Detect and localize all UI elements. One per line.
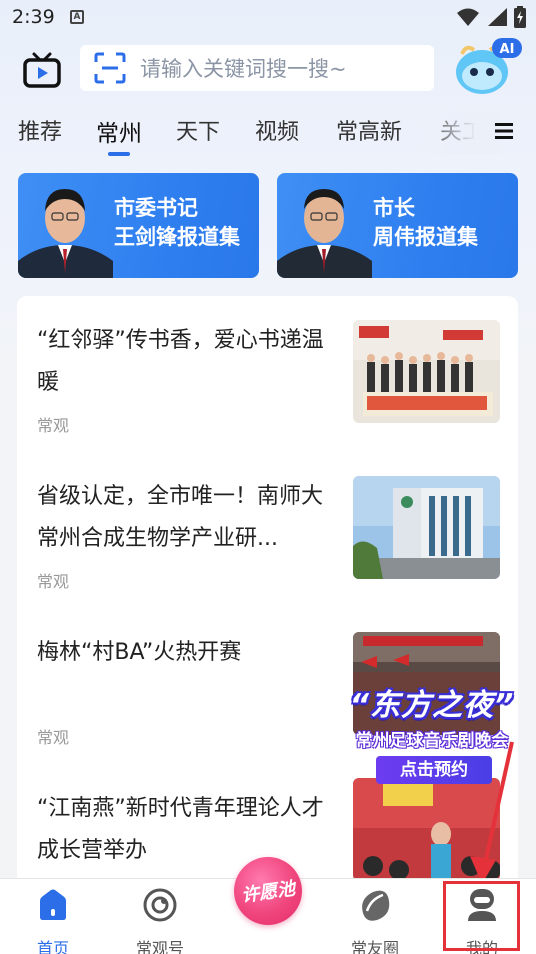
tab-world[interactable]: 天下 [176, 114, 220, 146]
wish-pool-label: 许愿池 [240, 878, 297, 907]
channel-tabs: 推荐 常州 天下 视频 常高新 关工 [0, 110, 536, 160]
nav-friends[interactable]: 常友圈 [330, 887, 420, 954]
menu-icon[interactable] [493, 120, 515, 142]
ai-assistant-icon[interactable]: AI [452, 36, 524, 98]
tab-video[interactable]: 视频 [255, 114, 299, 146]
system-icons [456, 6, 526, 28]
banner-line2: 王剑锋报道集 [114, 224, 240, 249]
battery-icon [514, 6, 526, 28]
search-input[interactable]: 请输入关键词搜一搜~ [80, 45, 434, 91]
notification-a-icon: A [70, 10, 84, 24]
promo-title: “东方之夜” [349, 688, 515, 723]
annotation-highlight-box [443, 881, 520, 951]
news-item[interactable]: 省级认定，全市唯一！南师大常州合成生物学产业研... 常观 [17, 452, 518, 608]
mayor-portrait [277, 189, 372, 278]
wifi-icon [457, 8, 479, 26]
nav-label: 常友圈 [350, 939, 399, 954]
friends-circle-icon [362, 890, 390, 921]
status-time: 2:39 [12, 6, 55, 28]
wish-pool-button[interactable]: 许愿池 [234, 857, 302, 925]
news-thumbnail [353, 320, 500, 423]
nav-home[interactable]: 首页 [8, 887, 98, 954]
banner-line1: 市委书记 [114, 195, 198, 220]
banner-text: 市长 周伟报道集 [373, 193, 478, 251]
banner-text: 市委书记 王剑锋报道集 [114, 193, 240, 251]
scan-icon[interactable] [94, 52, 126, 84]
mayor-reports-banner[interactable]: 市长 周伟报道集 [277, 173, 518, 278]
status-bar: 2:39 A [0, 0, 536, 36]
annotation-arrow-icon [470, 741, 514, 884]
news-title: “红邻驿”传书香，爱心书递温暖 [37, 328, 324, 395]
banner-line2: 周伟报道集 [373, 224, 478, 249]
tab-changzhou[interactable]: 常州 [96, 114, 142, 148]
tab-recommend[interactable]: 推荐 [18, 114, 62, 146]
header: 请输入关键词搜一搜~ AI [0, 38, 536, 94]
active-tab-indicator [108, 152, 130, 156]
news-title: 省级认定，全市唯一！南师大常州合成生物学产业研... [37, 484, 324, 551]
changguan-icon [143, 888, 177, 922]
tabs-fade [420, 110, 500, 154]
home-icon [40, 889, 66, 920]
news-title: “江南燕”新时代青年理论人才成长营举办 [37, 796, 324, 863]
tv-icon[interactable] [22, 50, 62, 90]
ai-badge: AI [500, 42, 515, 57]
news-source: 常观 [37, 572, 70, 591]
search-placeholder: 请输入关键词搜一搜~ [140, 57, 347, 81]
nav-label: 首页 [36, 939, 69, 954]
signal-icon [488, 8, 507, 26]
secretary-reports-banner[interactable]: 市委书记 王剑锋报道集 [18, 173, 259, 278]
news-source: 常观 [37, 728, 70, 747]
nav-changguan[interactable]: 常观号 [115, 887, 205, 954]
banner-line1: 市长 [373, 195, 415, 220]
news-source: 常观 [37, 416, 70, 435]
news-item[interactable]: “红邻驿”传书香，爱心书递温暖 常观 [17, 296, 518, 452]
news-title: 梅林“村BA”火热开赛 [37, 640, 242, 665]
news-thumbnail [353, 476, 500, 579]
tab-changgaoxin[interactable]: 常高新 [336, 114, 402, 146]
news-feed: “红邻驿”传书香，爱心书递温暖 常观 省级认定，全市唯一！南师大常州合成生物学产… [17, 296, 518, 896]
nav-label: 常观号 [135, 939, 184, 954]
secretary-portrait [18, 189, 113, 278]
